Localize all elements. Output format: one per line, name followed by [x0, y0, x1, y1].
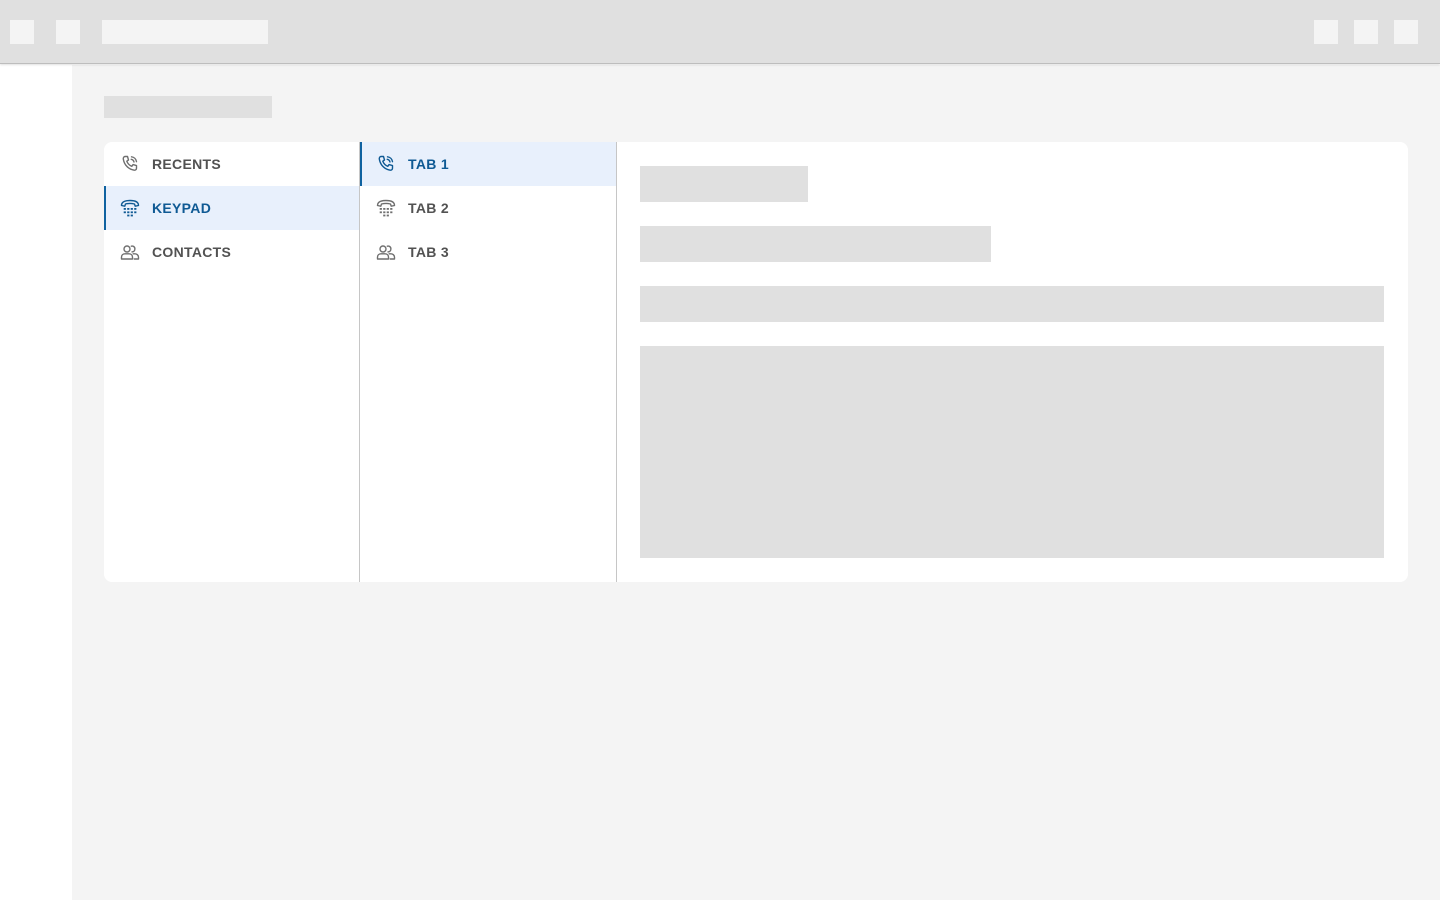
- menu-item-label: KEYPAD: [152, 200, 212, 216]
- keypad-icon: [376, 198, 396, 218]
- menu-item-keypad[interactable]: KEYPAD: [104, 186, 359, 230]
- page-title-placeholder: [104, 96, 272, 118]
- keypad-icon: [120, 198, 140, 218]
- tab-label: TAB 2: [408, 200, 449, 216]
- menu-item-recents[interactable]: RECENTS: [104, 142, 359, 186]
- menu-icon[interactable]: [10, 20, 34, 44]
- side-rail: [0, 65, 72, 900]
- field-placeholder: [640, 286, 1384, 322]
- subheading-placeholder: [640, 226, 991, 262]
- tab-2[interactable]: TAB 2: [360, 186, 616, 230]
- tab-list: TAB 1 TAB 2 TAB 3: [360, 142, 617, 582]
- top-bar: [0, 0, 1440, 64]
- app-icon[interactable]: [56, 20, 80, 44]
- tab-3[interactable]: TAB 3: [360, 230, 616, 274]
- menu-item-label: RECENTS: [152, 156, 221, 172]
- menu-item-contacts[interactable]: CONTACTS: [104, 230, 359, 274]
- header-action-3-icon[interactable]: [1394, 20, 1418, 44]
- header-action-2-icon[interactable]: [1354, 20, 1378, 44]
- content-card: RECENTS KEYPAD CONTACTS TAB 1 TAB 2 TAB …: [104, 142, 1408, 582]
- tab-label: TAB 3: [408, 244, 449, 260]
- contacts-icon: [376, 242, 396, 262]
- tab-label: TAB 1: [408, 156, 449, 172]
- header-action-1-icon[interactable]: [1314, 20, 1338, 44]
- phone-icon: [376, 154, 396, 174]
- main-area: RECENTS KEYPAD CONTACTS TAB 1 TAB 2 TAB …: [72, 65, 1440, 900]
- menu-item-label: CONTACTS: [152, 244, 232, 260]
- heading-placeholder: [640, 166, 808, 202]
- contacts-icon: [120, 242, 140, 262]
- phone-icon: [120, 154, 140, 174]
- tab-1[interactable]: TAB 1: [360, 142, 616, 186]
- detail-panel: [617, 142, 1408, 582]
- app-title-placeholder: [102, 20, 268, 44]
- content-block-placeholder: [640, 346, 1384, 558]
- menu-list: RECENTS KEYPAD CONTACTS: [104, 142, 360, 582]
